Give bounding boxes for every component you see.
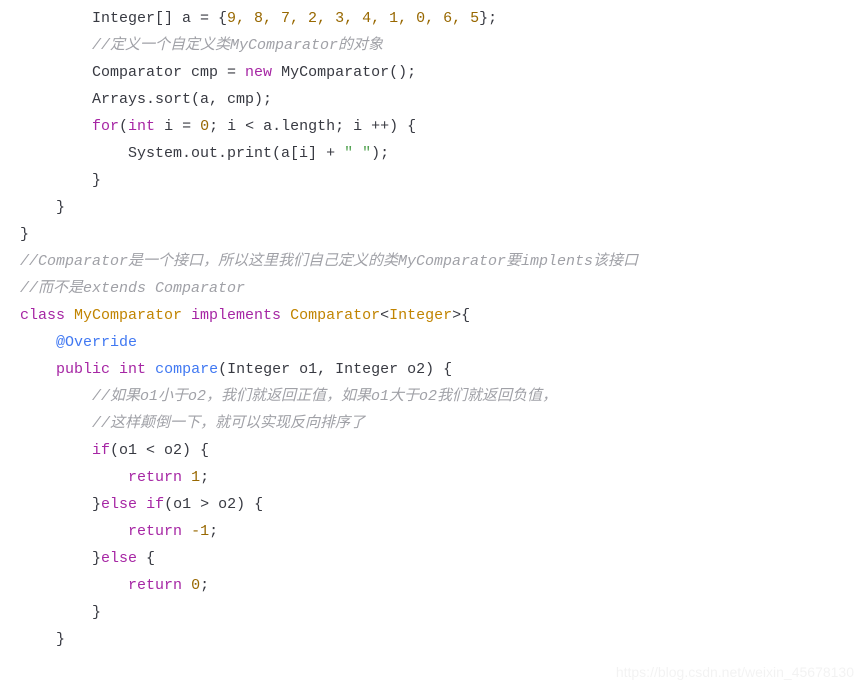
code-text: MyComparator();	[272, 64, 416, 81]
comment: //而不是extends Comparator	[20, 280, 245, 297]
code-line: System.out.print(a[i] + " ");	[20, 140, 844, 167]
code-text: ; i < a.length; i ++) {	[209, 118, 416, 135]
keyword: else	[101, 550, 137, 567]
code-text: }	[92, 550, 101, 567]
keyword: new	[245, 64, 272, 81]
code-line: }else {	[20, 545, 844, 572]
keyword: else	[101, 496, 137, 513]
code-line: }	[20, 167, 844, 194]
code-text	[182, 577, 191, 594]
code-line: }	[20, 599, 844, 626]
code-text: }	[56, 631, 65, 648]
class-name: Integer	[389, 307, 452, 324]
class-name: Comparator	[281, 307, 380, 324]
code-line: //Comparator是一个接口，所以这里我们自己定义的类MyComparat…	[20, 248, 844, 275]
comment: //Comparator是一个接口，所以这里我们自己定义的类MyComparat…	[20, 253, 638, 270]
code-line: }	[20, 194, 844, 221]
code-block: Integer[] a = {9, 8, 7, 2, 3, 4, 1, 0, 6…	[20, 5, 844, 653]
code-line: }	[20, 221, 844, 248]
keyword: int	[119, 361, 146, 378]
code-text: };	[479, 10, 497, 27]
keyword: class	[20, 307, 65, 324]
code-line: }	[20, 626, 844, 653]
code-line: Arrays.sort(a, cmp);	[20, 86, 844, 113]
code-line: }else if(o1 > o2) {	[20, 491, 844, 518]
number-literal: -1	[191, 523, 209, 540]
method-name: compare	[155, 361, 218, 378]
keyword: return	[128, 469, 182, 486]
code-text	[146, 361, 155, 378]
code-text: ;	[209, 523, 218, 540]
code-text: }	[92, 604, 101, 621]
code-text: >{	[452, 307, 470, 324]
code-text: (o1 > o2) {	[164, 496, 263, 513]
number-literal: 1	[191, 469, 200, 486]
code-line: class MyComparator implements Comparator…	[20, 302, 844, 329]
watermark: https://blog.csdn.net/weixin_45678130	[616, 660, 854, 685]
number-literal: 0	[200, 118, 209, 135]
code-line: //这样颠倒一下，就可以实现反向排序了	[20, 410, 844, 437]
code-text: (o1 < o2) {	[110, 442, 209, 459]
code-line: //而不是extends Comparator	[20, 275, 844, 302]
code-text: }	[92, 172, 101, 189]
code-text: }	[92, 496, 101, 513]
keyword: return	[128, 577, 182, 594]
code-line: return 1;	[20, 464, 844, 491]
code-text: {	[137, 550, 155, 567]
code-text	[110, 361, 119, 378]
code-text: Arrays.sort(a, cmp);	[92, 91, 272, 108]
code-text: }	[20, 226, 29, 243]
code-text: );	[371, 145, 389, 162]
code-text: (	[119, 118, 128, 135]
keyword: int	[128, 118, 155, 135]
code-text: (Integer o1, Integer o2) {	[218, 361, 452, 378]
code-line: if(o1 < o2) {	[20, 437, 844, 464]
code-line: //如果o1小于o2，我们就返回正值，如果o1大于o2我们就返回负值，	[20, 383, 844, 410]
code-line: Integer[] a = {9, 8, 7, 2, 3, 4, 1, 0, 6…	[20, 5, 844, 32]
keyword: if	[92, 442, 110, 459]
keyword: return	[128, 523, 182, 540]
number-literal: 0	[191, 577, 200, 594]
annotation: @Override	[56, 334, 137, 351]
code-text	[182, 523, 191, 540]
code-line: @Override	[20, 329, 844, 356]
code-text: Comparator cmp =	[92, 64, 245, 81]
keyword: implements	[191, 307, 281, 324]
comment: //定义一个自定义类MyComparator的对象	[92, 37, 383, 54]
code-text: System.out.print(a[i] +	[128, 145, 344, 162]
code-text: }	[56, 199, 65, 216]
number-literal: 9, 8, 7, 2, 3, 4, 1, 0, 6, 5	[227, 10, 479, 27]
code-text: i =	[155, 118, 200, 135]
code-line: Comparator cmp = new MyComparator();	[20, 59, 844, 86]
code-text: ;	[200, 469, 209, 486]
code-text	[137, 496, 146, 513]
comment: //这样颠倒一下，就可以实现反向排序了	[92, 415, 365, 432]
string-literal: " "	[344, 145, 371, 162]
code-text: ;	[200, 577, 209, 594]
keyword: if	[146, 496, 164, 513]
comment: //如果o1小于o2，我们就返回正值，如果o1大于o2我们就返回负值，	[92, 388, 557, 405]
code-text: Integer[] a = {	[92, 10, 227, 27]
code-text: <	[380, 307, 389, 324]
code-line: for(int i = 0; i < a.length; i ++) {	[20, 113, 844, 140]
code-line: return -1;	[20, 518, 844, 545]
code-line: return 0;	[20, 572, 844, 599]
keyword: public	[56, 361, 110, 378]
code-text	[182, 469, 191, 486]
code-line: public int compare(Integer o1, Integer o…	[20, 356, 844, 383]
class-name: MyComparator	[65, 307, 191, 324]
code-line: //定义一个自定义类MyComparator的对象	[20, 32, 844, 59]
keyword: for	[92, 118, 119, 135]
